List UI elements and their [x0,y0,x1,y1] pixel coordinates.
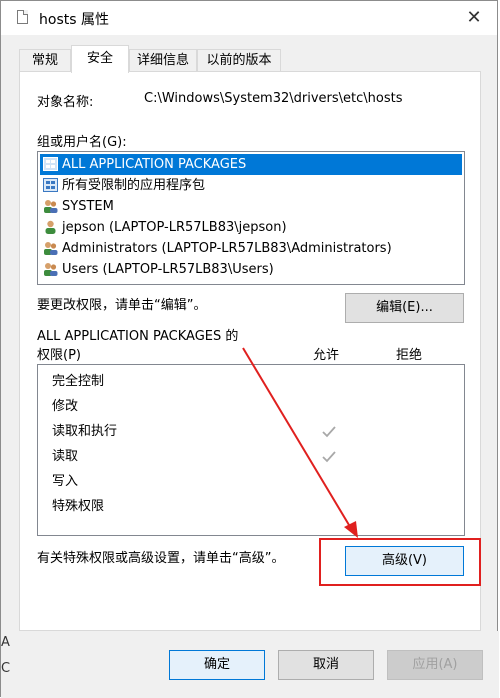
group-users-icon [44,242,58,255]
groups-label: 组或用户名(G): [37,135,127,150]
list-item[interactable]: Users (LAPTOP-LR57LB83\Users) [40,259,274,280]
app-package-icon [43,157,58,171]
permission-row: 修改 [52,399,79,414]
check-icon [322,426,336,438]
ok-button[interactable]: 确定 [169,650,265,680]
object-name-value: C:\Windows\System32\drivers\etc\hosts [144,91,403,106]
close-icon[interactable]: ✕ [461,5,487,31]
permission-row: 读取和执行 [52,424,118,439]
edit-button[interactable]: 编辑(E)... [345,293,464,323]
groups-listbox[interactable]: ALL APPLICATION PACKAGES 所有受限制的应用程序包 SYS… [37,151,465,285]
edit-hint: 要更改权限，请单击“编辑”。 [37,298,207,313]
permission-row: 特殊权限 [52,499,105,514]
list-item-label: jepson (LAPTOP-LR57LB83\jepson) [62,220,287,235]
advanced-hint: 有关特殊权限或高级设置，请单击“高级”。 [37,551,285,566]
check-icon [322,451,336,463]
list-item-label: 所有受限制的应用程序包 [62,178,206,193]
list-item[interactable]: 所有受限制的应用程序包 [40,175,205,196]
title-bar: hosts 属性 ✕ [1,1,497,35]
file-icon [17,10,28,24]
deny-column-header: 拒绝 [396,348,423,363]
permission-row: 写入 [52,474,79,489]
list-item-label: Administrators (LAPTOP-LR57LB83\Administ… [62,241,392,256]
window-title: hosts 属性 [39,12,109,28]
tab-details[interactable]: 详细信息 [129,49,197,72]
permissions-label: 权限(P) [37,348,81,363]
list-item[interactable]: ALL APPLICATION PACKAGES [40,154,462,175]
background-glyph: C [1,661,11,676]
apply-button[interactable]: 应用(A) [387,650,483,680]
object-name-label: 对象名称: [37,95,94,110]
annotation-highlight-box [319,538,481,586]
permissions-title: ALL APPLICATION PACKAGES 的 [37,329,239,344]
tab-previous-versions[interactable]: 以前的版本 [197,49,281,72]
tab-general[interactable]: 常规 [19,49,71,72]
list-item-label: SYSTEM [62,199,114,214]
list-item[interactable]: jepson (LAPTOP-LR57LB83\jepson) [40,217,287,238]
list-item-label: ALL APPLICATION PACKAGES [62,157,247,172]
allow-column-header: 允许 [313,348,340,363]
permissions-list: 完全控制 修改 读取和执行 读取 写入 特殊权限 [37,364,465,536]
background-glyph: A [1,635,10,650]
list-item[interactable]: Administrators (LAPTOP-LR57LB83\Administ… [40,238,392,259]
list-item-label: Users (LAPTOP-LR57LB83\Users) [62,262,274,277]
tab-security[interactable]: 安全 [71,45,129,73]
user-icon [45,220,56,234]
properties-window: hosts 属性 ✕ 常规 安全 详细信息 以前的版本 对象名称: C:\Win… [0,0,499,698]
app-package-icon [43,178,58,192]
group-users-icon [44,263,58,276]
permission-row: 读取 [52,449,79,464]
cancel-button[interactable]: 取消 [278,650,374,680]
permission-row: 完全控制 [52,374,105,389]
list-item[interactable]: SYSTEM [40,196,114,217]
group-users-icon [44,200,58,213]
